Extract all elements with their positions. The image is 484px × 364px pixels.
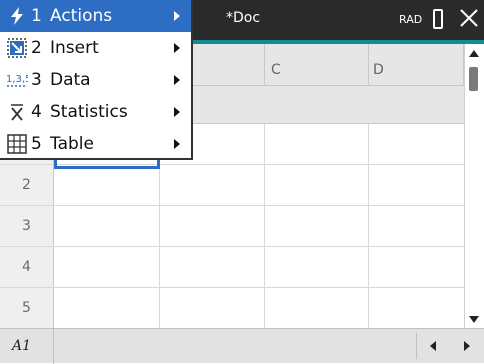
scroll-thumb[interactable]: [469, 67, 478, 91]
context-menu: 1 Actions 2 Insert 1,3,5 3 Data 4 Statis…: [0, 0, 193, 160]
menu-item-actions[interactable]: 1 Actions: [0, 0, 191, 32]
table-row[interactable]: 2: [0, 165, 464, 206]
column-header-d[interactable]: D: [369, 44, 464, 86]
submenu-arrow-icon: [174, 43, 180, 53]
close-icon[interactable]: [456, 4, 482, 32]
navigate-right-icon[interactable]: [464, 341, 470, 351]
data-icon: 1,3,5: [6, 74, 28, 87]
menu-item-statistics[interactable]: 4 Statistics: [0, 96, 191, 128]
statistics-icon: [11, 104, 23, 121]
bottom-bar: A1: [0, 328, 484, 364]
scroll-up-icon[interactable]: [469, 50, 479, 57]
cell-reference: A1: [0, 329, 54, 364]
row-number: 5: [0, 288, 54, 328]
submenu-arrow-icon: [174, 139, 180, 149]
column-divider: [368, 124, 369, 328]
navigate-left-icon[interactable]: [430, 341, 436, 351]
angle-mode-indicator: RAD: [399, 13, 423, 26]
insert-icon: [7, 38, 27, 58]
bottom-divider: [416, 333, 417, 359]
battery-icon: [433, 9, 443, 29]
menu-item-data[interactable]: 1,3,5 3 Data: [0, 64, 191, 96]
column-header-c[interactable]: C: [265, 44, 369, 86]
svg-text:1,3,5: 1,3,5: [6, 74, 28, 85]
lightning-icon: [11, 7, 23, 25]
submenu-arrow-icon: [174, 107, 180, 117]
menu-item-insert[interactable]: 2 Insert: [0, 32, 191, 64]
table-row[interactable]: 3: [0, 206, 464, 247]
table-row[interactable]: 4: [0, 247, 464, 288]
scroll-down-icon[interactable]: [469, 316, 479, 323]
row-number: 4: [0, 247, 54, 287]
document-title[interactable]: *Doc: [226, 10, 260, 26]
menu-item-table[interactable]: 5 Table: [0, 128, 191, 160]
submenu-arrow-icon: [174, 75, 180, 85]
table-row[interactable]: 5: [0, 288, 464, 329]
row-number: 3: [0, 206, 54, 246]
table-icon: [7, 134, 27, 154]
column-divider: [264, 124, 265, 328]
submenu-arrow-icon: [174, 11, 180, 21]
row-number: 2: [0, 165, 54, 205]
